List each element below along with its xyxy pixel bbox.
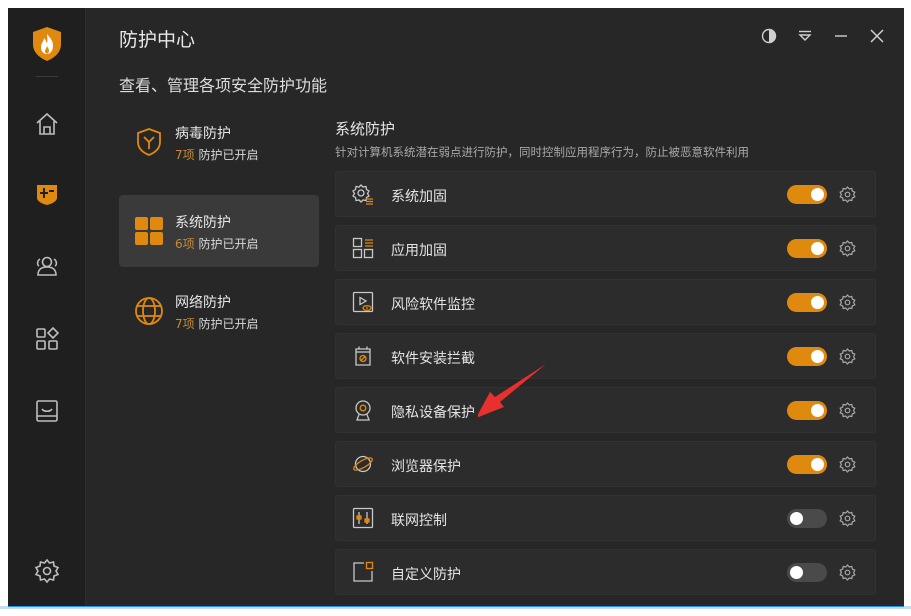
gear-icon[interactable] [839,240,856,257]
toggle-switch[interactable] [787,401,827,420]
item-label: 自定义防护 [391,567,461,583]
webcam-icon [355,400,371,421]
section-description: 针对计算机系统潜在弱点进行防护，同时控制应用程序行为，防止被恶意软件利用 [335,145,749,159]
page-subtitle: 查看、管理各项安全防护功能 [119,76,328,95]
category-name: 网络防护 [175,295,231,311]
category-name: 系统防护 [175,215,231,231]
list-item: 隐私设备保护 [335,387,876,433]
gear-icon[interactable] [839,564,856,581]
item-label: 联网控制 [391,513,447,529]
list-item: 软件安装拦截 [335,333,876,379]
list-item: 应用加固 [335,225,876,271]
app-window: 防护中心 查看、管理各项安全防护功能 病毒防护 7项 防护已开启 系统防护 6项… [8,8,904,607]
toggle-switch[interactable] [787,293,827,312]
category-status: 防护已开启 [198,148,259,162]
globe-icon [135,297,163,325]
network-control-icon [352,507,374,529]
nav-rail [8,8,86,607]
toggle-switch[interactable] [787,455,827,474]
category-system-protection[interactable]: 系统防护 6项 防护已开启 [119,195,319,267]
section-title: 系统防护 [335,120,396,138]
menu-dropdown-icon[interactable] [795,26,815,46]
toggle-switch[interactable] [787,347,827,366]
list-item: 自定义防护 [335,549,876,595]
category-count: 7项 [175,317,195,331]
system-hardening-icon [352,184,373,205]
risk-software-icon [352,291,374,313]
window-edge-accent [8,606,904,607]
protection-item-list: 系统加固 应用加固 风险软件监控 软件安装拦截 隐私设备保护 浏览器保护 联网控… [335,171,876,603]
users-icon[interactable] [32,251,62,281]
close-icon[interactable] [867,26,887,46]
item-label: 隐私设备保护 [391,405,475,421]
toggle-switch[interactable] [787,185,827,204]
item-label: 浏览器保护 [391,459,461,475]
list-item: 联网控制 [335,495,876,541]
settings-icon[interactable] [32,556,62,586]
category-name: 病毒防护 [175,126,231,142]
install-block-icon [355,346,371,366]
toggle-switch[interactable] [787,563,827,582]
item-label: 应用加固 [391,243,447,259]
home-icon[interactable] [32,109,62,139]
category-status: 防护已开启 [198,317,259,331]
theme-toggle-icon[interactable] [759,26,779,46]
gear-icon[interactable] [839,456,856,473]
list-item: 风险软件监控 [335,279,876,325]
list-item: 浏览器保护 [335,441,876,487]
toggle-switch[interactable] [787,509,827,528]
category-count: 6项 [175,237,195,251]
item-label: 软件安装拦截 [391,351,475,367]
minimize-icon[interactable] [831,26,851,46]
category-count: 7项 [175,148,195,162]
toggle-switch[interactable] [787,239,827,258]
rail-divider [36,76,58,77]
browser-icon [353,455,373,473]
inbox-icon[interactable] [32,396,62,426]
app-hardening-icon [352,237,374,259]
gear-icon[interactable] [839,186,856,203]
list-item: 系统加固 [335,171,876,217]
gear-icon[interactable] [839,348,856,365]
annotation-arrow [478,364,546,418]
page-title: 防护中心 [119,29,196,51]
gear-icon[interactable] [839,510,856,527]
custom-protection-icon [353,561,374,582]
category-network-protection[interactable]: 网络防护 7项 防护已开启 [119,275,319,347]
item-label: 风险软件监控 [391,297,475,313]
gear-icon[interactable] [839,294,856,311]
category-status: 防护已开启 [198,237,259,251]
apps-icon[interactable] [32,324,62,354]
virus-shield-icon [137,128,161,156]
protection-center-icon[interactable] [32,179,62,209]
gear-icon[interactable] [839,402,856,419]
app-logo [33,27,61,61]
system-grid-icon [135,217,163,245]
category-virus-protection[interactable]: 病毒防护 7项 防护已开启 [119,106,319,178]
item-label: 系统加固 [391,189,447,205]
